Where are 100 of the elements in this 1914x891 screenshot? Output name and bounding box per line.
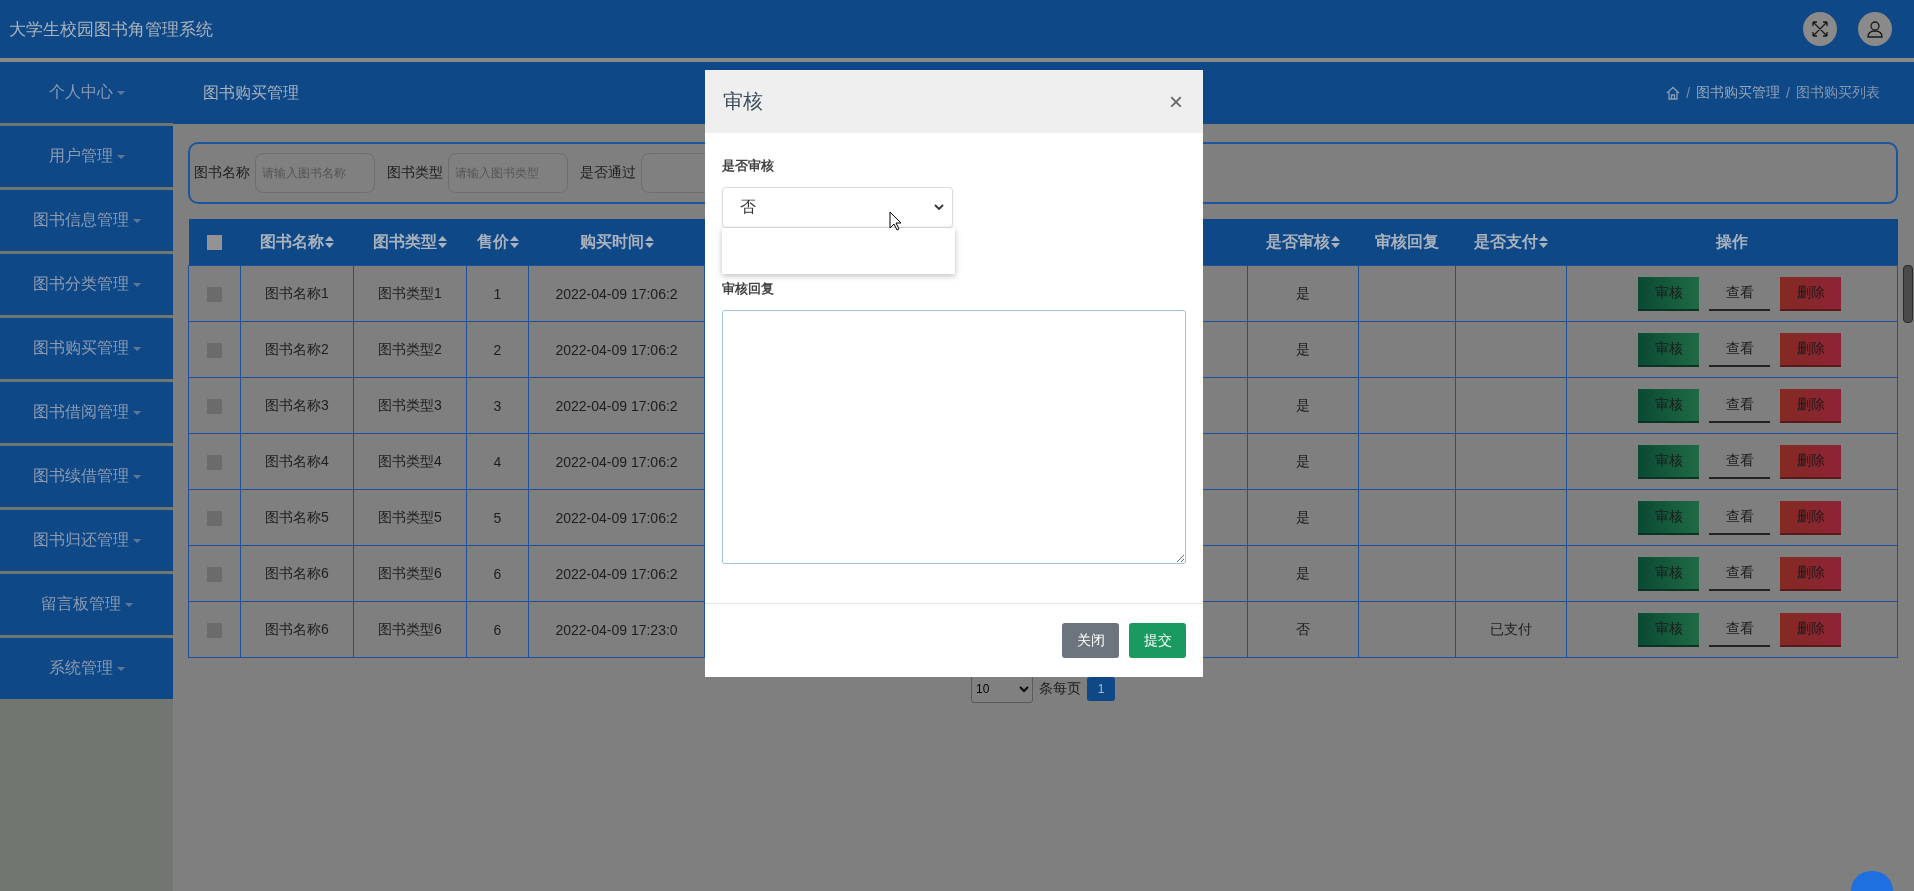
table-cell: 2022-04-09 17:06:2 — [555, 397, 678, 414]
view-button[interactable]: 查看 — [1709, 332, 1770, 367]
sidebar-item[interactable]: 图书信息管理 — [0, 190, 173, 251]
sidebar-label: 系统管理 — [48, 658, 113, 678]
table-cell: 图书类型4 — [378, 452, 442, 469]
expand-arrows-icon — [1811, 20, 1829, 38]
caret-icon — [132, 538, 141, 543]
review-button[interactable]: 审核 — [1638, 612, 1699, 647]
table-cell: 图书类型5 — [378, 508, 442, 525]
sidebar-label: 图书购买管理 — [32, 338, 129, 358]
column-header[interactable]: 购买时间 — [579, 231, 644, 253]
review-button[interactable]: 审核 — [1638, 276, 1699, 311]
view-button[interactable]: 查看 — [1709, 612, 1770, 647]
table-cell: 6 — [493, 565, 502, 582]
caret-icon — [132, 474, 141, 479]
column-header: 审核回复 — [1375, 231, 1439, 252]
search-label: 图书类型 — [387, 164, 443, 182]
view-button[interactable]: 查看 — [1709, 388, 1770, 423]
sidebar-label: 图书归还管理 — [32, 530, 129, 550]
sort-icon[interactable] — [1331, 236, 1340, 248]
sidebar-item[interactable]: 图书续借管理 — [0, 446, 173, 507]
page-button[interactable]: 1 — [1087, 677, 1115, 701]
delete-button[interactable]: 删除 — [1780, 388, 1841, 423]
breadcrumb-separator: / — [1786, 85, 1790, 101]
review-button[interactable]: 审核 — [1638, 332, 1699, 367]
sidebar-label: 图书分类管理 — [32, 274, 129, 294]
submit-button[interactable]: 提交 — [1129, 623, 1186, 658]
delete-button[interactable]: 删除 — [1780, 556, 1841, 591]
sidebar-item[interactable]: 个人中心 — [0, 62, 173, 123]
page-title: 图书购买管理 — [203, 82, 299, 103]
sidebar-item[interactable]: 图书购买管理 — [0, 318, 173, 379]
mouse-cursor-icon — [889, 211, 903, 231]
caret-icon — [132, 410, 141, 415]
delete-button[interactable]: 删除 — [1780, 276, 1841, 311]
table-cell: 图书名称2 — [265, 340, 329, 357]
chevron-down-icon — [934, 204, 944, 211]
view-button[interactable]: 查看 — [1709, 444, 1770, 479]
breadcrumb-separator: / — [1686, 85, 1691, 101]
sidebar-item[interactable]: 图书归还管理 — [0, 510, 173, 571]
sidebar-item[interactable]: 留言板管理 — [0, 574, 173, 635]
sidebar-label: 用户管理 — [48, 146, 113, 166]
table-cell: 4 — [493, 453, 502, 470]
fullscreen-button[interactable] — [1803, 12, 1837, 46]
user-icon — [1866, 20, 1884, 38]
sort-icon[interactable] — [644, 236, 654, 248]
sidebar-item[interactable]: 图书借阅管理 — [0, 382, 173, 443]
table-cell: 图书类型1 — [378, 284, 442, 301]
sort-icon[interactable] — [1539, 236, 1548, 248]
close-button[interactable]: × — [1167, 87, 1185, 116]
dialog-title: 审核 — [723, 89, 763, 114]
column-header: 操作 — [1716, 231, 1748, 252]
caret-icon — [116, 154, 125, 159]
table-cell: 2022-04-09 17:06:2 — [555, 453, 678, 470]
sort-icon[interactable] — [325, 236, 334, 248]
select-all-checkbox[interactable] — [207, 235, 222, 251]
sidebar-label: 个人中心 — [48, 82, 113, 102]
table-cell: 是 — [1296, 396, 1310, 413]
sort-icon[interactable] — [509, 236, 519, 248]
select-field[interactable]: 否 — [722, 187, 953, 228]
sidebar-label: 图书续借管理 — [32, 466, 129, 486]
sidebar-item[interactable]: 系统管理 — [0, 638, 173, 699]
home-icon[interactable] — [1666, 86, 1681, 100]
breadcrumb-link[interactable]: 图书购买管理 — [1696, 84, 1781, 102]
table-cell: 否 — [1296, 620, 1310, 637]
table-cell: 图书类型2 — [378, 340, 442, 357]
review-button[interactable]: 审核 — [1638, 500, 1699, 535]
table-cell: 图书类型6 — [378, 564, 442, 581]
delete-button[interactable]: 删除 — [1780, 612, 1841, 647]
page-size-select[interactable]: 10 — [971, 675, 1033, 703]
view-button[interactable]: 查看 — [1709, 500, 1770, 535]
table-cell: 图书名称4 — [265, 452, 329, 469]
sidebar-label: 图书借阅管理 — [32, 402, 129, 422]
sidebar-item[interactable]: 图书分类管理 — [0, 254, 173, 315]
scrollbar[interactable] — [1903, 265, 1913, 323]
caret-icon — [132, 346, 141, 351]
sidebar-item[interactable]: 用户管理 — [0, 126, 173, 187]
delete-button[interactable]: 删除 — [1780, 444, 1841, 479]
delete-button[interactable]: 删除 — [1780, 500, 1841, 535]
table-cell: 是 — [1296, 452, 1310, 469]
table-cell: 是 — [1296, 340, 1310, 357]
view-button[interactable]: 查看 — [1709, 276, 1770, 311]
table-cell: 2022-04-09 17:06:2 — [555, 285, 678, 302]
review-button[interactable]: 审核 — [1638, 556, 1699, 591]
table-cell: 图书名称5 — [265, 508, 329, 525]
table-cell: 图书名称3 — [265, 396, 329, 413]
search-label: 图书名称 — [194, 164, 250, 182]
table-cell: 是 — [1296, 284, 1310, 301]
caret-icon — [116, 666, 125, 671]
delete-button[interactable]: 删除 — [1780, 332, 1841, 367]
view-button[interactable]: 查看 — [1709, 556, 1770, 591]
caret-icon — [132, 282, 141, 287]
review-button[interactable]: 审核 — [1638, 388, 1699, 423]
user-button[interactable] — [1858, 12, 1892, 46]
close-dialog-button[interactable]: 关闭 — [1062, 623, 1119, 658]
sort-icon[interactable] — [438, 236, 447, 248]
review-button[interactable]: 审核 — [1638, 444, 1699, 479]
table-cell: 已支付 — [1490, 620, 1532, 637]
table-cell: 1 — [493, 285, 502, 302]
table-cell: 是 — [1296, 564, 1310, 581]
field-label: 是否审核 — [722, 157, 775, 175]
